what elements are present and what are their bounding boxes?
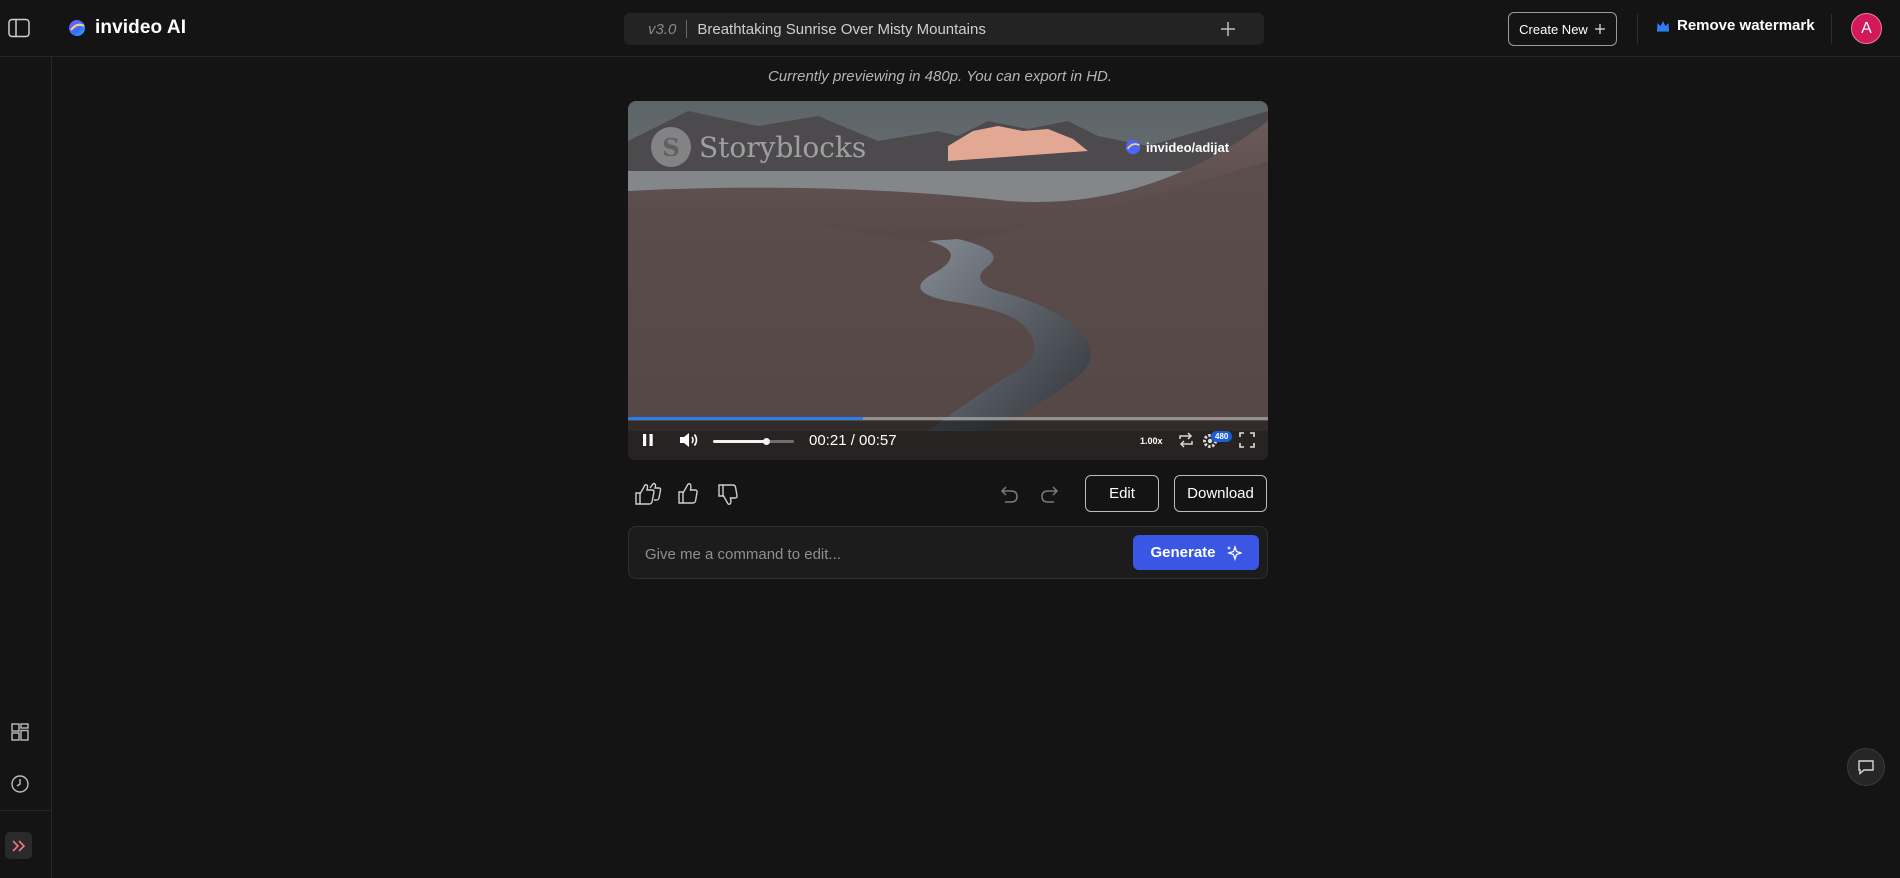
- undo-icon[interactable]: [997, 482, 1023, 506]
- invideo-logo-icon: [69, 20, 85, 36]
- super-like-icon[interactable]: [634, 482, 662, 506]
- header-divider: [1637, 14, 1638, 44]
- thumbs-down-icon[interactable]: [716, 482, 742, 506]
- brand-name: invideo AI: [95, 17, 187, 38]
- download-button[interactable]: Download: [1174, 475, 1267, 512]
- video-player[interactable]: S Storyblocks invideo/adijat 00:21 / 00:…: [628, 101, 1268, 460]
- avatar[interactable]: A: [1851, 13, 1882, 44]
- command-box: Generate: [628, 526, 1268, 579]
- volume-icon[interactable]: [678, 431, 700, 454]
- thumbs-up-icon[interactable]: [676, 482, 702, 506]
- player-controls: 00:21 / 00:57 1.00x 480: [628, 421, 1268, 460]
- command-input[interactable]: [645, 543, 1105, 565]
- resolution-badge: 480: [1211, 431, 1233, 442]
- grid-icon[interactable]: [10, 722, 30, 742]
- version-label: v3.0: [648, 20, 677, 38]
- left-rail: [0, 57, 52, 878]
- rail-divider: [0, 810, 52, 811]
- storyblocks-watermark: S Storyblocks: [651, 127, 866, 167]
- create-new-button[interactable]: Create New: [1508, 12, 1617, 46]
- redo-icon[interactable]: [1038, 482, 1064, 506]
- pause-icon[interactable]: [639, 431, 657, 454]
- expand-sidebar-button[interactable]: [5, 832, 32, 859]
- generate-label: Generate: [1150, 544, 1216, 561]
- generate-button[interactable]: Generate: [1133, 535, 1259, 570]
- playback-speed[interactable]: 1.00x: [1140, 436, 1163, 446]
- fullscreen-icon[interactable]: [1239, 432, 1255, 453]
- invideo-logo-icon: [1125, 139, 1141, 155]
- chevrons-right-icon: [11, 839, 25, 852]
- crown-icon: [1657, 20, 1669, 32]
- remove-watermark-button[interactable]: Remove watermark: [1656, 17, 1815, 34]
- sidebar-toggle-icon[interactable]: [8, 18, 30, 38]
- progress-fill: [628, 417, 863, 420]
- volume-handle[interactable]: [763, 438, 770, 445]
- plus-icon[interactable]: [1218, 19, 1238, 39]
- time-display: 00:21 / 00:57: [809, 432, 897, 449]
- invideo-watermark-text: invideo/adijat: [1146, 139, 1230, 155]
- loop-icon[interactable]: [1177, 432, 1195, 453]
- sparkle-icon: [1226, 544, 1242, 561]
- chat-icon: [1858, 760, 1874, 775]
- plus-icon: [1594, 24, 1605, 34]
- action-row: Edit Download: [628, 475, 1268, 513]
- header-divider: [1831, 14, 1832, 44]
- project-title[interactable]: Breathtaking Sunrise Over Misty Mountain…: [697, 21, 985, 38]
- remove-watermark-label: Remove watermark: [1677, 17, 1815, 34]
- edit-button[interactable]: Edit: [1085, 475, 1159, 512]
- progress-bar[interactable]: [628, 417, 1268, 420]
- invideo-watermark: invideo/adijat: [1124, 138, 1229, 156]
- storyblocks-text: Storyblocks: [699, 130, 867, 164]
- brand[interactable]: invideo AI: [67, 17, 186, 39]
- clock-icon[interactable]: [10, 774, 30, 794]
- create-new-label: Create New: [1519, 21, 1588, 37]
- top-bar: invideo AI v3.0 Breathtaking Sunrise Ove…: [0, 0, 1900, 57]
- project-title-bar[interactable]: v3.0 Breathtaking Sunrise Over Misty Mou…: [624, 13, 1264, 45]
- chat-support-button[interactable]: [1847, 748, 1885, 786]
- preview-note: Currently previewing in 480p. You can ex…: [767, 68, 1113, 85]
- volume-fill: [713, 440, 766, 443]
- title-divider: [686, 20, 688, 38]
- volume-slider[interactable]: [713, 438, 794, 445]
- storyblocks-logo-icon: S: [651, 127, 691, 167]
